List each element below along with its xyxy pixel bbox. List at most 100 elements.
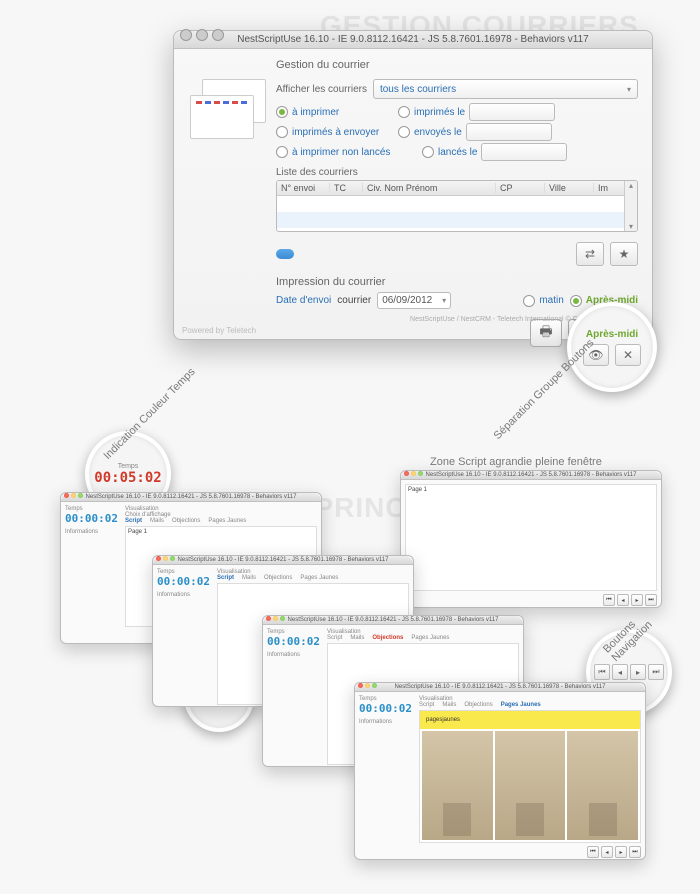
close-button-zoom: ✕ <box>615 344 641 366</box>
dialog-window: NestScriptUse 16.10 - IE 9.0.8112.16421 … <box>173 30 653 340</box>
radio-label: imprimés le <box>414 107 465 118</box>
radio-label: lancés le <box>438 147 477 158</box>
tab-script[interactable]: Script <box>125 518 142 524</box>
date-label: Date d'envoi <box>276 295 331 306</box>
col-tc[interactable]: TC <box>330 183 363 193</box>
mini-window-5: NestScriptUse 16.10 - IE 9.0.8112.16421 … <box>354 682 646 860</box>
tab-script[interactable]: Script <box>419 702 434 708</box>
info-label: Informations <box>359 719 415 725</box>
chevron-down-icon: ▾ <box>442 296 446 305</box>
nav-icon[interactable]: ▸ <box>631 594 643 606</box>
radio-printed-on[interactable]: imprimés le <box>398 103 555 121</box>
radio-launched-on[interactable]: lancés le <box>422 143 567 161</box>
col-im[interactable]: Im <box>594 183 624 193</box>
col-ville[interactable]: Ville <box>545 183 594 193</box>
info-label: Informations <box>267 652 323 658</box>
nav-icon[interactable]: ◂ <box>617 594 629 606</box>
table-row[interactable] <box>277 212 624 228</box>
minimize-icon[interactable] <box>196 29 208 41</box>
tab-pages[interactable]: Pages Jaunes <box>208 518 246 524</box>
envelope-icon <box>188 75 266 153</box>
tab-objections[interactable]: Objections <box>372 635 403 641</box>
mini-title: NestScriptUse 16.10 - IE 9.0.8112.16421 … <box>355 683 645 692</box>
nav-icon[interactable]: ▸ <box>615 846 627 858</box>
table-row[interactable] <box>277 196 624 212</box>
radio-printed-tosend[interactable]: imprimés à envoyer <box>276 123 386 141</box>
badge-apresmidi: Après-midi <box>586 329 638 340</box>
nav-icon[interactable]: ⏮ <box>603 594 615 606</box>
date-suffix: courrier <box>337 295 371 306</box>
nav-prev-icon: ◂ <box>612 664 628 680</box>
nav-icon[interactable]: ◂ <box>601 846 613 858</box>
nav-icon[interactable]: ⏮ <box>587 846 599 858</box>
powered-by: Powered by Teletech <box>182 326 256 335</box>
info-label: Informations <box>65 529 121 535</box>
radio-label: imprimés à envoyer <box>292 127 379 138</box>
traffic-lights <box>180 29 224 41</box>
col-nom[interactable]: Civ. Nom Prénom <box>363 183 496 193</box>
pj-image-3 <box>567 731 638 840</box>
chevron-down-icon: ▾ <box>627 85 631 94</box>
tab-script[interactable]: Script <box>217 575 234 581</box>
date-dropdown[interactable] <box>469 103 555 121</box>
arrow-down-icon[interactable]: ▾ <box>629 222 633 231</box>
dropdown-value: tous les courriers <box>380 84 456 95</box>
mini-title: NestScriptUse 16.10 - IE 9.0.8112.16421 … <box>263 616 523 625</box>
script-content-full: Page 1 <box>405 484 657 591</box>
tab-pages[interactable]: Pages Jaunes <box>501 702 541 708</box>
radio-icon <box>398 106 410 118</box>
nav-last-icon: ⏭ <box>648 664 664 680</box>
date-value: 06/09/2012 <box>382 295 432 306</box>
impression-heading: Impression du courrier <box>276 276 638 288</box>
nav-icon[interactable]: ⏭ <box>629 846 641 858</box>
close-icon[interactable] <box>180 29 192 41</box>
tab-mails[interactable]: Mails <box>150 518 164 524</box>
tab-mails[interactable]: Mails <box>350 635 364 641</box>
print-button[interactable]: 🖶 <box>530 319 562 347</box>
radio-sent-on[interactable]: envoyés le <box>398 123 552 141</box>
tab-pages[interactable]: Pages Jaunes <box>411 635 449 641</box>
tab-pages[interactable]: Pages Jaunes <box>300 575 338 581</box>
pj-image-1 <box>422 731 493 840</box>
refresh-button[interactable]: ⇄ <box>576 242 604 266</box>
time-value: 00:00:02 <box>267 635 323 648</box>
radio-icon <box>570 295 582 307</box>
time-value: 00:00:02 <box>157 575 213 588</box>
radio-toprint-notlaunched[interactable]: à imprimer non lancés <box>276 143 410 161</box>
mini-title: NestScriptUse 16.10 - IE 9.0.8112.16421 … <box>61 493 321 502</box>
page-label: Page 1 <box>408 487 427 493</box>
date-dropdown[interactable] <box>466 123 552 141</box>
mail-table: N° envoi TC Civ. Nom Prénom CP Ville Im … <box>276 180 638 232</box>
nav-next-icon: ▸ <box>630 664 646 680</box>
mini-title: NestScriptUse 16.10 - IE 9.0.8112.16421 … <box>401 471 661 480</box>
radio-to-print[interactable]: à imprimer <box>276 103 386 121</box>
radio-icon <box>276 126 288 138</box>
radio-label: envoyés le <box>414 127 462 138</box>
tab-script[interactable]: Script <box>327 635 342 641</box>
scrollbar[interactable]: ▴ ▾ <box>624 181 637 231</box>
mini-window-2: NestScriptUse 16.10 - IE 9.0.8112.16421 … <box>400 470 662 608</box>
list-label: Liste des courriers <box>276 167 638 178</box>
annot-separation: Séparation Groupe Boutons <box>492 337 597 442</box>
tab-objections[interactable]: Objections <box>264 575 292 581</box>
tab-objections[interactable]: Objections <box>464 702 492 708</box>
time-value: 00:00:02 <box>359 702 415 715</box>
date-input[interactable]: 06/09/2012 ▾ <box>377 292 451 309</box>
arrow-up-icon[interactable]: ▴ <box>629 181 633 190</box>
col-cp[interactable]: CP <box>496 183 545 193</box>
settings-button[interactable]: ★ <box>610 242 638 266</box>
radio-matin[interactable]: matin <box>523 295 563 307</box>
date-dropdown[interactable] <box>481 143 567 161</box>
zoom-icon[interactable] <box>212 29 224 41</box>
show-dropdown[interactable]: tous les courriers ▾ <box>373 79 638 99</box>
nav-icon[interactable]: ⏭ <box>645 594 657 606</box>
tab-objections[interactable]: Objections <box>172 518 200 524</box>
radio-icon <box>276 146 288 158</box>
tab-mails[interactable]: Mails <box>442 702 456 708</box>
radio-icon <box>398 126 410 138</box>
selection-pill <box>276 249 294 259</box>
col-numero[interactable]: N° envoi <box>277 183 330 193</box>
radio-group: à imprimer imprimés le imprimés à envoye… <box>276 103 638 161</box>
tab-mails[interactable]: Mails <box>242 575 256 581</box>
annot-zonescript: Zone Script agrandie pleine fenêtre <box>430 456 602 468</box>
